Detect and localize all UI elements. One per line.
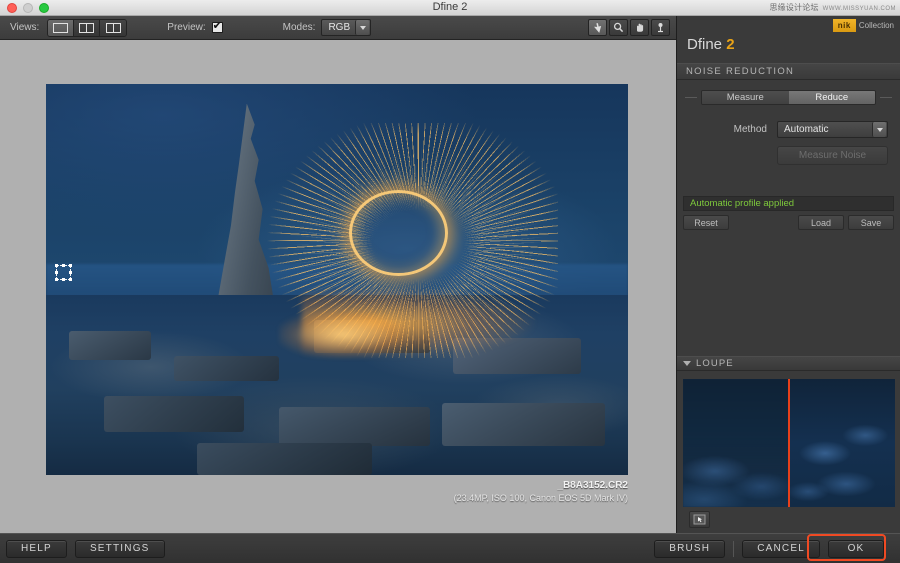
pan-tool-button[interactable] <box>630 19 649 36</box>
window-title-bar: Dfine 2 思缘设计论坛 WWW.MISSYUAN.COM <box>0 0 900 16</box>
save-button[interactable]: Save <box>848 215 894 230</box>
modes-label: Modes: <box>282 22 316 33</box>
window-title: Dfine 2 <box>432 1 468 13</box>
pointer-tool-button[interactable] <box>588 19 607 36</box>
side-by-side-view-icon <box>105 22 121 33</box>
photo-rock <box>104 395 244 432</box>
loupe-container <box>677 371 900 528</box>
control-point-tool-button[interactable] <box>651 19 670 36</box>
bottom-action-bar: HELP SETTINGS BRUSH CANCEL OK <box>0 533 900 563</box>
arrow-icon <box>594 23 602 33</box>
panel-empty-space <box>677 230 900 356</box>
chevron-down-icon <box>355 20 370 35</box>
loupe-split-divider[interactable] <box>788 379 790 507</box>
watermark-text: 思缘设计论坛 <box>769 3 819 12</box>
photo-rock <box>278 406 431 447</box>
forum-watermark: 思缘设计论坛 WWW.MISSYUAN.COM <box>769 2 896 13</box>
panel-app-name: Dfine <box>687 36 723 53</box>
tab-rule-right <box>880 97 892 98</box>
zoom-tool-button[interactable] <box>609 19 628 36</box>
photo-rock <box>174 356 279 382</box>
brush-button[interactable]: BRUSH <box>654 539 726 558</box>
tab-measure[interactable]: Measure <box>702 91 789 104</box>
watermark-url: WWW.MISSYUAN.COM <box>822 6 896 12</box>
load-button[interactable]: Load <box>798 215 844 230</box>
help-button[interactable]: HELP <box>6 539 67 558</box>
chevron-down-icon <box>683 361 691 366</box>
ok-button[interactable]: OK <box>828 539 884 558</box>
method-label: Method <box>733 124 767 135</box>
split-view-icon <box>79 22 95 33</box>
preview-checkbox[interactable] <box>211 20 223 33</box>
photo-light-ring <box>348 189 448 276</box>
method-row: Method Automatic <box>677 121 900 138</box>
image-metadata: (23.4MP, ISO 100, Canon EOS 5D Mark IV) <box>453 493 628 503</box>
measure-reduce-tabs: Measure Reduce <box>677 90 900 105</box>
loupe-cursor-icon <box>693 514 706 525</box>
settings-button[interactable]: SETTINGS <box>74 539 165 558</box>
method-dropdown[interactable]: Automatic <box>777 121 888 138</box>
single-view-icon <box>53 22 69 33</box>
panel-header: nik Collection Dfine 2 <box>677 16 900 63</box>
loupe-preview[interactable] <box>683 379 895 507</box>
nik-brand-mark: nik <box>832 19 856 32</box>
photo-rock <box>69 331 151 360</box>
tab-group[interactable]: Measure Reduce <box>701 90 876 105</box>
chevron-down-icon <box>872 122 886 137</box>
tab-reduce[interactable]: Reduce <box>788 91 875 104</box>
image-canvas-area[interactable]: _B8A3152.CR2 (23.4MP, ISO 100, Canon EOS… <box>0 40 676 533</box>
reset-button[interactable]: Reset <box>683 215 729 230</box>
photo-ember-glow-core <box>278 310 407 358</box>
image-filename: _B8A3152.CR2 <box>557 480 628 491</box>
loupe-before-half <box>683 379 789 507</box>
loupe-after-half <box>789 379 895 507</box>
loupe-title: LOUPE <box>696 358 734 369</box>
dfine-application-window: Dfine 2 思缘设计论坛 WWW.MISSYUAN.COM Views: P… <box>0 0 900 563</box>
button-divider <box>733 540 735 557</box>
cancel-button[interactable]: CANCEL <box>742 539 820 558</box>
loupe-section-header[interactable]: LOUPE <box>677 356 900 371</box>
view-split-button[interactable] <box>74 19 101 36</box>
panel-app-version: 2 <box>726 36 735 53</box>
profile-actions-row: Reset Load Save <box>683 215 894 230</box>
main-toolbar: Views: Preview: Modes: RGB <box>0 16 676 40</box>
panel-app-title: Dfine 2 <box>687 36 735 53</box>
method-value: Automatic <box>784 124 829 135</box>
photo-rock <box>441 403 605 447</box>
image-caption: _B8A3152.CR2 (23.4MP, ISO 100, Canon EOS… <box>454 480 628 503</box>
hand-icon <box>637 23 644 32</box>
tab-rule-left <box>685 97 697 98</box>
measure-noise-button[interactable]: Measure Noise <box>777 146 888 165</box>
status-message: Automatic profile applied <box>683 196 894 211</box>
views-label: Views: <box>10 22 40 33</box>
tool-buttons-group[interactable] <box>588 19 670 36</box>
view-single-button[interactable] <box>48 19 75 36</box>
modes-dropdown[interactable]: RGB <box>321 19 372 36</box>
nik-collection-logo: nik Collection <box>832 19 894 32</box>
noise-reduction-section-header[interactable]: NOISE REDUCTION <box>677 63 900 80</box>
nik-brand-suffix: Collection <box>858 21 894 30</box>
right-control-panel: nik Collection Dfine 2 NOISE REDUCTION M… <box>676 16 900 533</box>
loupe-cursor-toggle-button[interactable] <box>689 511 710 528</box>
view-mode-group[interactable] <box>47 18 128 37</box>
control-point-icon <box>658 23 663 33</box>
view-side-by-side-button[interactable] <box>100 19 127 36</box>
noise-reduction-body: Measure Reduce Method Automatic Measure … <box>677 80 900 186</box>
preview-label: Preview: <box>167 22 206 33</box>
modes-value: RGB <box>328 22 351 33</box>
photo-rock <box>197 442 372 475</box>
loupe-selection-marquee[interactable] <box>55 264 72 281</box>
magnifier-icon <box>613 22 624 33</box>
preview-photo[interactable] <box>46 84 628 475</box>
